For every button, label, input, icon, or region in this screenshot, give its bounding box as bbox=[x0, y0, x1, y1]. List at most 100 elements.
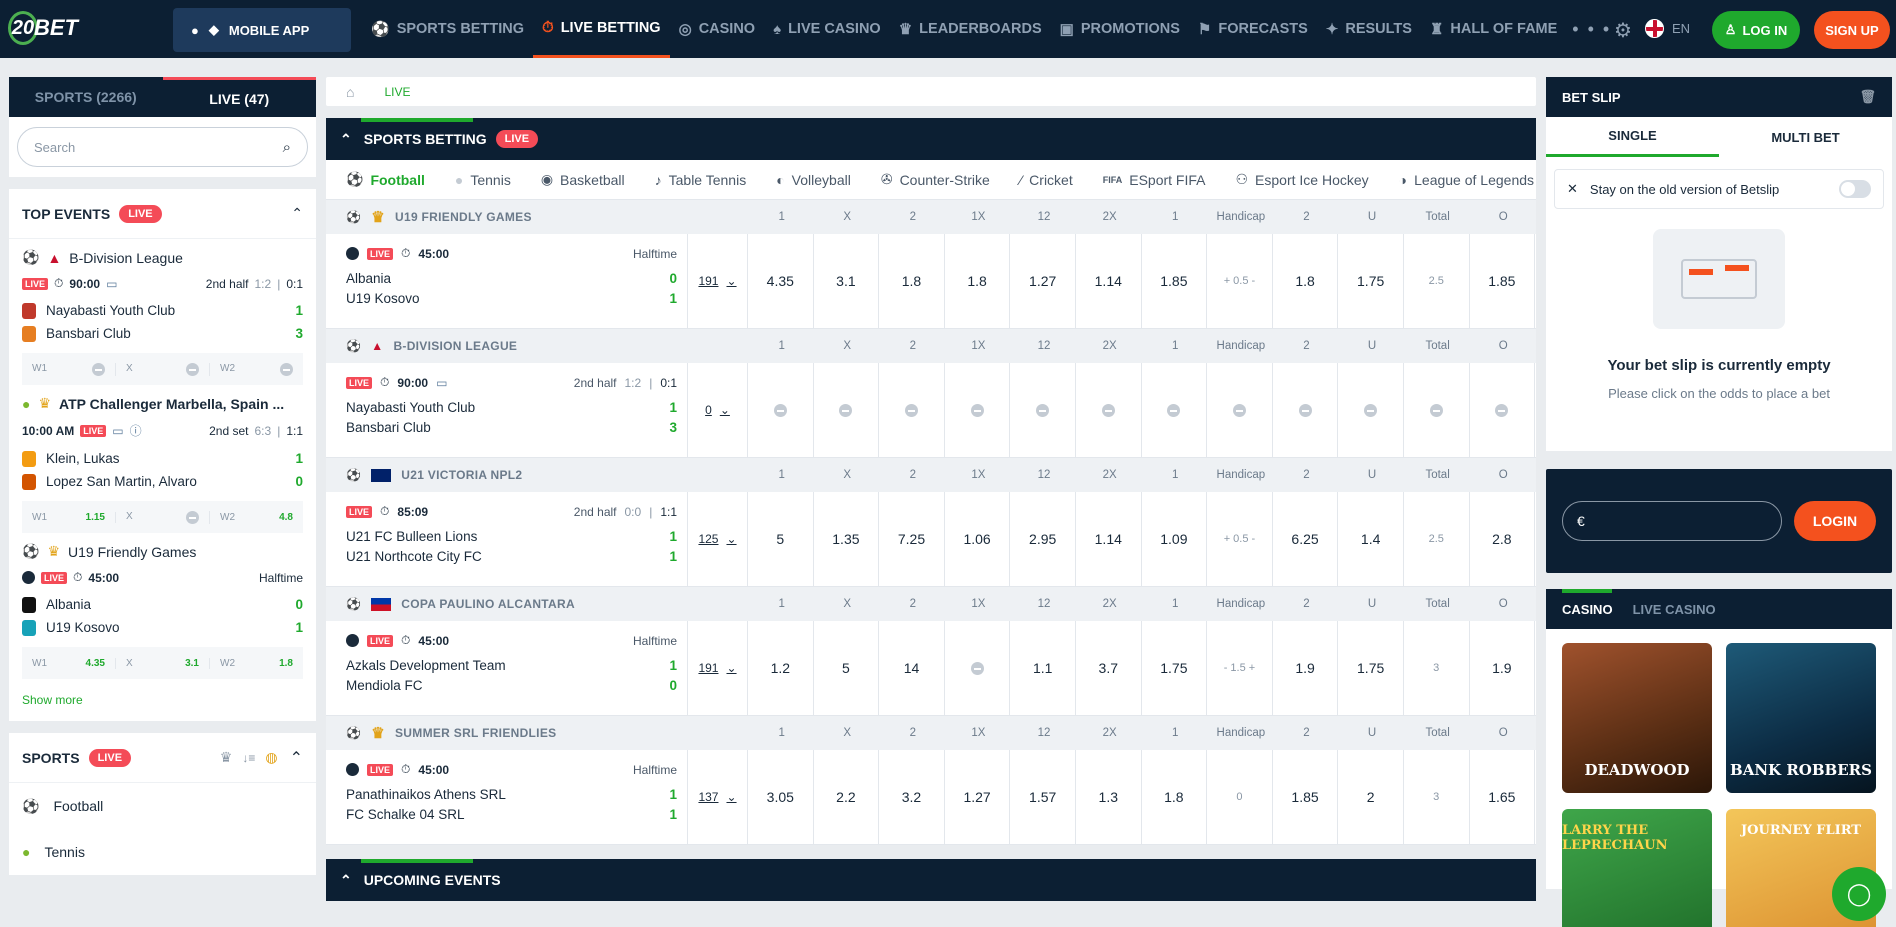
odd-cell[interactable]: 2.5 bbox=[1404, 492, 1470, 586]
tab-live[interactable]: LIVE (47) bbox=[162, 77, 316, 117]
tab-volleyball[interactable]: ◐ Volleyball bbox=[776, 172, 851, 188]
tab-single[interactable]: SINGLE bbox=[1546, 117, 1719, 157]
odd-cell[interactable] bbox=[1076, 363, 1142, 457]
odd-w1[interactable]: W1 4.35 bbox=[22, 657, 116, 669]
odd-cell[interactable]: 3 bbox=[1404, 621, 1470, 715]
nav-results[interactable]: ✦ RESULTS bbox=[1317, 0, 1421, 58]
close-icon[interactable]: ✕ bbox=[1567, 181, 1578, 197]
odd-cell[interactable]: 1.85 bbox=[1273, 750, 1339, 844]
odd-cell[interactable]: 1.09 bbox=[1142, 492, 1208, 586]
odd-cell[interactable]: 1.85 bbox=[1142, 234, 1208, 328]
search-icon[interactable]: ⌕ bbox=[283, 139, 291, 156]
odd-cell[interactable]: 3 bbox=[1404, 750, 1470, 844]
game-tile-deadwood[interactable]: DEADWOOD bbox=[1562, 643, 1712, 793]
match-info[interactable]: LIVE ⏱ 45:00 Halftime Panathinaikos Athens S… bbox=[326, 750, 688, 844]
nav-live-casino[interactable]: ♠ LIVE CASINO bbox=[764, 0, 890, 58]
globe-icon[interactable]: ◍ bbox=[265, 749, 277, 766]
league-header[interactable]: ⚽ ▲ B-DIVISION LEAGUE 1 X 2 1X 12 2X 1 Handicap 2 U T… bbox=[326, 329, 1536, 363]
tab-esport-fifa[interactable]: FIFA ESport FIFA bbox=[1103, 172, 1206, 188]
odd-cell[interactable] bbox=[1142, 363, 1208, 457]
top-event[interactable]: ⚽ ▲ B-Division League LIVE ⏱ 90:00 ▭ 2nd half 1… bbox=[9, 239, 316, 385]
odd-cell[interactable] bbox=[748, 363, 814, 457]
sidebar-item-football[interactable]: ⚽ Football bbox=[9, 783, 316, 829]
odd-cell[interactable]: 1.27 bbox=[945, 750, 1011, 844]
odd-cell[interactable] bbox=[1273, 363, 1339, 457]
odd-cell[interactable]: 1.06 bbox=[945, 492, 1011, 586]
chat-button[interactable]: ◯ bbox=[1832, 867, 1886, 921]
gear-icon[interactable]: ⚙ bbox=[1614, 18, 1632, 43]
tab-casino[interactable]: CASINO bbox=[1562, 602, 1613, 617]
tab-cricket[interactable]: ⁄ Cricket bbox=[1020, 172, 1073, 188]
odd-cell[interactable] bbox=[945, 363, 1011, 457]
tab-multi-bet[interactable]: MULTI BET bbox=[1719, 117, 1892, 157]
top-events-header[interactable]: TOP EVENTS LIVE ⌃ bbox=[9, 189, 316, 239]
odd-cell[interactable] bbox=[1207, 363, 1273, 457]
league-header[interactable]: ⚽ ♛ SUMMER SRL FRIENDLIES 1 X 2 1X 12 2X 1 Handica… bbox=[326, 716, 1536, 750]
odd-cell[interactable]: 1.65 bbox=[1470, 750, 1536, 844]
top-event[interactable]: ⚽ ♛ U19 Friendly Games LIVE ⏱ 45:00 Halftime … bbox=[9, 533, 316, 679]
language-selector[interactable]: EN bbox=[1672, 21, 1690, 36]
odd-cell[interactable]: 1.14 bbox=[1076, 492, 1142, 586]
login-button[interactable]: ♙ LOG IN bbox=[1712, 11, 1800, 49]
odd-cell[interactable]: 1.75 bbox=[1338, 621, 1404, 715]
breadcrumb-item[interactable]: LIVE bbox=[384, 85, 410, 99]
sports-header[interactable]: SPORTS LIVE ♛ ↓≡ ◍ ⌃ bbox=[9, 733, 316, 783]
odd-cell[interactable]: 3.7 bbox=[1076, 621, 1142, 715]
odd-cell[interactable]: 1.9 bbox=[1470, 621, 1536, 715]
tab-table-tennis[interactable]: ♪ Table Tennis bbox=[655, 172, 747, 188]
odd-cell[interactable]: 1.3 bbox=[1076, 750, 1142, 844]
signup-button[interactable]: SIGN UP bbox=[1814, 11, 1890, 49]
odd-cell[interactable]: 14 bbox=[879, 621, 945, 715]
nav-casino[interactable]: ◎ CASINO bbox=[670, 0, 765, 58]
tab-basketball[interactable]: ◉ Basketball bbox=[541, 171, 625, 188]
league-header[interactable]: ⚽ COPA PAULINO ALCANTARA 1 X 2 1X 12 2X 1 Handica… bbox=[326, 587, 1536, 621]
odd-cell[interactable]: 1.4 bbox=[1338, 492, 1404, 586]
nav-sports-betting[interactable]: ⚽ SPORTS BETTING bbox=[362, 0, 533, 58]
nav-leaderboards[interactable]: ♛ LEADERBOARDS bbox=[890, 0, 1051, 58]
uk-flag-icon[interactable] bbox=[1645, 19, 1664, 38]
mobile-app-button[interactable]: ● ◆ MOBILE APP bbox=[173, 8, 351, 52]
nav-hall-of-fame[interactable]: ♜ HALL OF FAME bbox=[1421, 0, 1566, 58]
more-markets-button[interactable]: 191 ⌄ bbox=[688, 234, 748, 328]
odd-x[interactable]: X 3.1 bbox=[116, 657, 210, 669]
league-header[interactable]: ⚽ ♛ U19 FRIENDLY GAMES 1 X 2 1X 12 2X 1 Handicap 2 U… bbox=[326, 200, 1536, 234]
odd-cell[interactable]: - 1.5 + bbox=[1207, 621, 1273, 715]
odd-cell[interactable]: 5 bbox=[748, 492, 814, 586]
top-event[interactable]: ● ♛ ATP Challenger Marbella, Spain ... 10:… bbox=[9, 385, 316, 533]
odd-cell[interactable] bbox=[814, 363, 880, 457]
game-tile-larry[interactable]: LARRY THE LEPRECHAUN bbox=[1562, 809, 1712, 927]
odd-cell[interactable] bbox=[1404, 363, 1470, 457]
chevron-up-icon[interactable]: ⌃ bbox=[290, 748, 303, 768]
odd-cell[interactable]: + 0.5 - bbox=[1207, 492, 1273, 586]
match-info[interactable]: LIVE ⏱ 45:00 Halftime Albania 0 U19 Kosovo 1 bbox=[326, 234, 688, 328]
odd-cell[interactable]: 2 bbox=[1338, 750, 1404, 844]
odd-cell[interactable]: 2.5 bbox=[1404, 234, 1470, 328]
logo[interactable]: 20 BET bbox=[8, 6, 78, 50]
show-more-link[interactable]: Show more bbox=[9, 679, 316, 721]
odd-w2[interactable]: W2 bbox=[210, 362, 303, 376]
tab-football[interactable]: ⚽ Football bbox=[346, 171, 425, 188]
odd-x[interactable]: X bbox=[116, 362, 210, 376]
chevron-up-icon[interactable]: ⌃ bbox=[291, 205, 303, 222]
nav-forecasts[interactable]: ⚑ FORECASTS bbox=[1189, 0, 1317, 58]
odd-cell[interactable]: 1.9 bbox=[1273, 621, 1339, 715]
match-info[interactable]: LIVE ⏱ 90:00 ▭ 2nd half 1:2 | 0:1 Nayabasti Yout… bbox=[326, 363, 688, 457]
trophy-filter-icon[interactable]: ♛ bbox=[220, 749, 233, 766]
odd-cell[interactable]: 1.27 bbox=[1010, 234, 1076, 328]
tab-esport-ice-hockey[interactable]: ⚇ Esport Ice Hockey bbox=[1235, 171, 1368, 188]
odd-cell[interactable]: 3.1 bbox=[814, 234, 880, 328]
odd-cell[interactable]: 1.57 bbox=[1010, 750, 1076, 844]
odd-w2[interactable]: W2 4.8 bbox=[210, 512, 303, 523]
upcoming-events-header[interactable]: ⌃ UPCOMING EVENTS bbox=[326, 859, 1536, 901]
sort-icon[interactable]: ↓≡ bbox=[242, 751, 255, 765]
stake-input[interactable]: € bbox=[1562, 501, 1782, 541]
chevron-up-icon[interactable]: ⌃ bbox=[340, 872, 352, 889]
nav-live-betting[interactable]: ⏱ LIVE BETTING bbox=[532, 0, 670, 58]
more-menu-icon[interactable]: • • • bbox=[1566, 19, 1617, 40]
game-tile-bank-robbers[interactable]: BANK ROBBERS bbox=[1726, 643, 1876, 793]
odd-cell[interactable]: 3.05 bbox=[748, 750, 814, 844]
odd-cell[interactable]: 7.25 bbox=[879, 492, 945, 586]
odd-cell[interactable]: 1.35 bbox=[814, 492, 880, 586]
odd-cell[interactable]: 1.85 bbox=[1470, 234, 1536, 328]
odd-cell[interactable] bbox=[1010, 363, 1076, 457]
